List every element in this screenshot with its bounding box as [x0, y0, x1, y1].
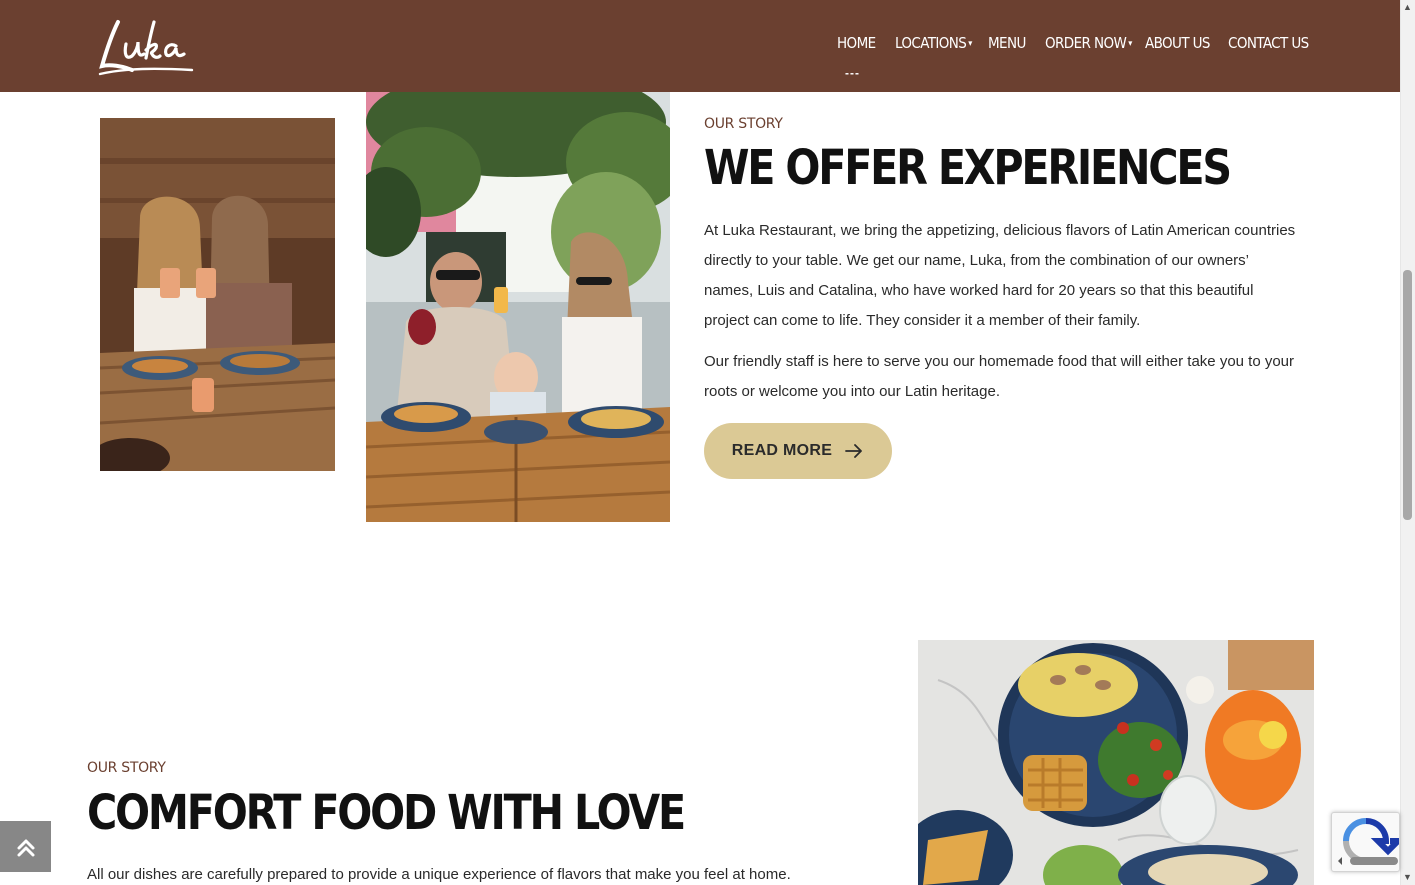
caret-down-icon: ▾ [1128, 38, 1132, 49]
main-nav: HOME LOCATIONS ▾ MENU ORDER NOW ▾ ABOUT US… [0, 34, 1400, 58]
photo-brunch-dishes [918, 640, 1314, 885]
recaptcha-badge[interactable] [1331, 812, 1400, 872]
photo-friends-toasting [100, 118, 335, 471]
double-chevron-up-icon [17, 839, 34, 856]
story-paragraph-1: At Luka Restaurant, we bring the appetiz… [704, 222, 1296, 329]
nav-menu[interactable]: MENU [988, 34, 1026, 52]
story-heading: WE OFFER EXPERIENCES [704, 140, 1232, 196]
nav-active-indicator: --- [845, 66, 860, 80]
story-eyebrow: OUR STORY [704, 116, 783, 132]
nav-home[interactable]: HOME [837, 34, 876, 52]
arrow-right-icon [845, 444, 863, 458]
nav-contact-us[interactable]: CONTACT US [1228, 34, 1309, 52]
comfort-heading: COMFORT FOOD WITH LOVE [87, 785, 686, 841]
caret-down-icon: ▾ [968, 38, 972, 49]
nav-about-us[interactable]: ABOUT US [1145, 34, 1211, 52]
comfort-eyebrow: OUR STORY [87, 760, 166, 776]
scroll-up-arrow-icon[interactable]: ▲ [1403, 2, 1412, 12]
read-more-button[interactable]: READ MORE [704, 423, 892, 479]
back-to-top-button[interactable] [0, 821, 51, 872]
site-header: HOME LOCATIONS ▾ MENU ORDER NOW ▾ ABOUT US… [0, 0, 1400, 92]
photo-family-dining [366, 92, 670, 522]
nav-locations[interactable]: LOCATIONS ▾ [895, 34, 972, 52]
story-paragraph-2: Our friendly staff is here to serve you … [704, 353, 1295, 400]
comfort-paragraph: All our dishes are carefully prepared to… [87, 866, 791, 883]
recaptcha-icon [1338, 818, 1399, 865]
scrollbar-thumb[interactable] [1403, 270, 1412, 520]
read-more-label: READ MORE [731, 442, 833, 459]
nav-order-now[interactable]: ORDER NOW ▾ [1045, 34, 1132, 52]
scroll-down-arrow-icon[interactable]: ▼ [1403, 872, 1412, 882]
